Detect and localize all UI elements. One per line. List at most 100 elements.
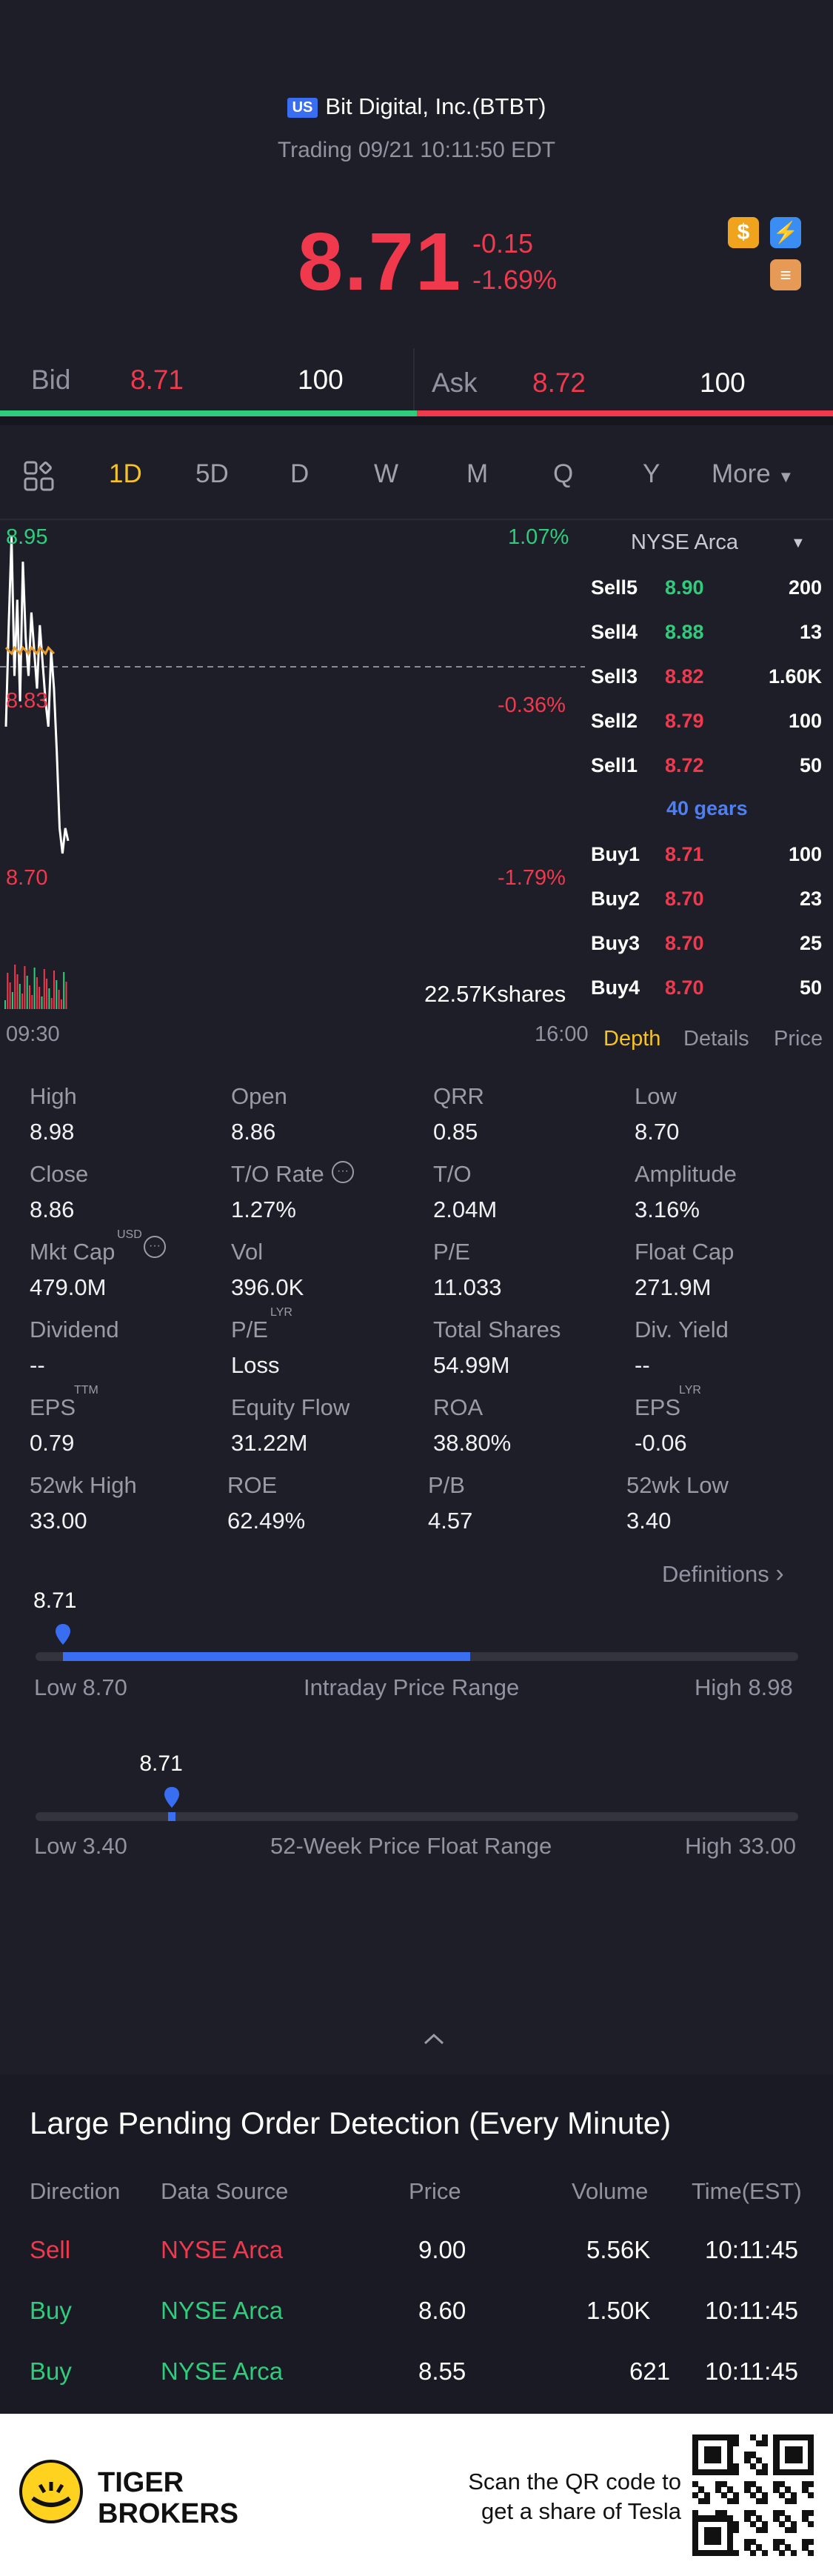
us-flag-badge: US (287, 98, 318, 119)
sell-price: 8.88 (665, 621, 704, 643)
tab-d[interactable]: D (290, 459, 309, 489)
volume-bar (39, 987, 41, 1009)
row-direction: Buy (30, 2357, 72, 2385)
stat-superscript: LYR (679, 1384, 701, 1397)
volume-bar (7, 973, 9, 1009)
tab-details[interactable]: Details (683, 1027, 749, 1051)
stat-value: 0.85 (433, 1119, 478, 1145)
qr-code-icon[interactable] (692, 2434, 814, 2557)
table-row[interactable]: Buy NYSE Arca 8.55 621 10:11:45 (0, 2357, 833, 2402)
dollar-icon[interactable]: $ (728, 217, 759, 248)
volume-bar (14, 965, 16, 1009)
stat-label: P/E (231, 1317, 268, 1342)
stat-label: QRR (433, 1083, 484, 1109)
sell-row: Sell5 8.90 200 (591, 576, 826, 619)
row-direction: Sell (30, 2236, 71, 2263)
volume-bar (65, 982, 67, 1009)
stat-value: 4.57 (428, 1508, 473, 1534)
flash-icon[interactable]: ⚡ (770, 217, 801, 248)
price-change-pct: -1.69% (472, 264, 558, 295)
stat-value: 38.80% (433, 1430, 512, 1456)
buy-label: Buy3 (591, 932, 640, 954)
tab-5d[interactable]: 5D (195, 459, 229, 489)
stack-icon[interactable]: ≡ (770, 259, 801, 290)
exchange-selector[interactable]: NYSE Arca (631, 530, 738, 555)
tab-w[interactable]: W (374, 459, 398, 489)
intraday-range: 8.71 Low 8.70 Intraday Price Range High … (0, 1585, 833, 1704)
buy-label: Buy2 (591, 888, 640, 910)
volume-bar (50, 998, 53, 1009)
buy-price: 8.70 (665, 976, 704, 999)
intraday-high: High 8.98 (695, 1674, 793, 1700)
stock-header: US Bit Digital, Inc.(BTBT) Trading 09/21 … (0, 0, 833, 341)
stat-label: P/E (433, 1239, 470, 1265)
stat-value: -- (30, 1352, 45, 1378)
tab-more-label: More (712, 459, 771, 488)
volume-bar (53, 971, 55, 1009)
tiger-logo-icon (19, 2460, 83, 2523)
table-row[interactable]: Sell NYSE Arca 9.00 5.56K 10:11:45 (0, 2236, 833, 2280)
volume-bar (41, 996, 43, 1009)
sell-label: Sell3 (591, 665, 638, 688)
tab-price[interactable]: Price (774, 1027, 823, 1051)
chart-high-label: 8.95 (6, 525, 48, 549)
layout-grid-icon[interactable] (24, 461, 55, 492)
stats-grid: High 8.98 Open 8.86 QRR 0.85 Low 8.70 Cl… (0, 1059, 833, 1541)
buy-size: 50 (799, 976, 822, 999)
company-name: Bit Digital, Inc.(BTBT) (325, 93, 546, 119)
stat-label: Total Shares (433, 1317, 561, 1342)
stat-label: Low (635, 1083, 677, 1109)
ask-size: 100 (700, 367, 746, 398)
stat-value: 8.86 (231, 1119, 276, 1145)
average-series-line (4, 645, 55, 656)
tab-1d[interactable]: 1D (109, 459, 142, 489)
week52-track (36, 1812, 798, 1821)
stat-label: 52wk Low (626, 1472, 729, 1498)
trading-status: Trading 09/21 10:11:50 EDT (277, 138, 556, 162)
info-icon[interactable]: ··· (144, 1236, 166, 1258)
gears-link[interactable]: 40 gears (666, 797, 748, 820)
stat-value: 33.00 (30, 1508, 87, 1534)
sell-row: Sell4 8.88 13 (591, 621, 826, 664)
col-price: Price (409, 2178, 461, 2204)
tab-more[interactable]: More ▼ (712, 459, 794, 489)
buy-row: Buy3 8.70 25 (591, 932, 826, 975)
table-row[interactable]: Buy NYSE Arca 8.60 1.50K 10:11:45 (0, 2297, 833, 2341)
definitions-label: Definitions (662, 1561, 769, 1587)
volume-bar (24, 966, 26, 1009)
stat-label: High (30, 1083, 77, 1109)
row-source: NYSE Arca (161, 2357, 284, 2385)
sell-row: Sell1 8.72 50 (591, 754, 826, 797)
bid-ask-bar: Bid 8.71 100 Ask 8.72 100 (0, 348, 833, 416)
bid-price: 8.71 (130, 365, 184, 395)
stat-label: Open (231, 1083, 287, 1109)
time-end: 16:00 (535, 1022, 589, 1046)
scan-line1: Scan the QR code to (468, 2469, 681, 2495)
buy-size: 100 (788, 843, 822, 865)
stat-value: 8.86 (30, 1197, 75, 1222)
col-direction: Direction (30, 2178, 121, 2204)
brand-line2: BROKERS (98, 2498, 239, 2529)
sell-size: 50 (799, 754, 822, 776)
volume-bar (16, 974, 19, 1009)
tab-y[interactable]: Y (643, 459, 660, 489)
chart-mid-pct: -0.36% (498, 693, 566, 717)
tab-q[interactable]: Q (553, 459, 573, 489)
stat-value: 479.0M (30, 1274, 107, 1300)
stat-superscript: LYR (270, 1306, 292, 1319)
tab-m[interactable]: M (466, 459, 488, 489)
caret-down-icon[interactable]: ▼ (791, 535, 806, 552)
pending-title: Large Pending Order Detection (Every Min… (30, 2106, 672, 2140)
buy-size: 25 (799, 932, 822, 954)
sell-size: 200 (788, 576, 822, 599)
chevron-up-icon[interactable] (421, 2030, 447, 2048)
info-icon[interactable]: ··· (332, 1161, 354, 1183)
definitions-link[interactable]: Definitions › (662, 1560, 784, 1588)
stat-label: Div. Yield (635, 1317, 729, 1342)
volume-bar (11, 992, 13, 1009)
intraday-chart[interactable]: 8.95 1.07% 8.83 -0.36% 8.70 -1.79% 22.57… (0, 520, 589, 1054)
stat-value: 396.0K (231, 1274, 304, 1300)
ask-label: Ask (432, 367, 478, 398)
tab-depth[interactable]: Depth (603, 1027, 660, 1051)
buy-label: Buy4 (591, 976, 640, 999)
